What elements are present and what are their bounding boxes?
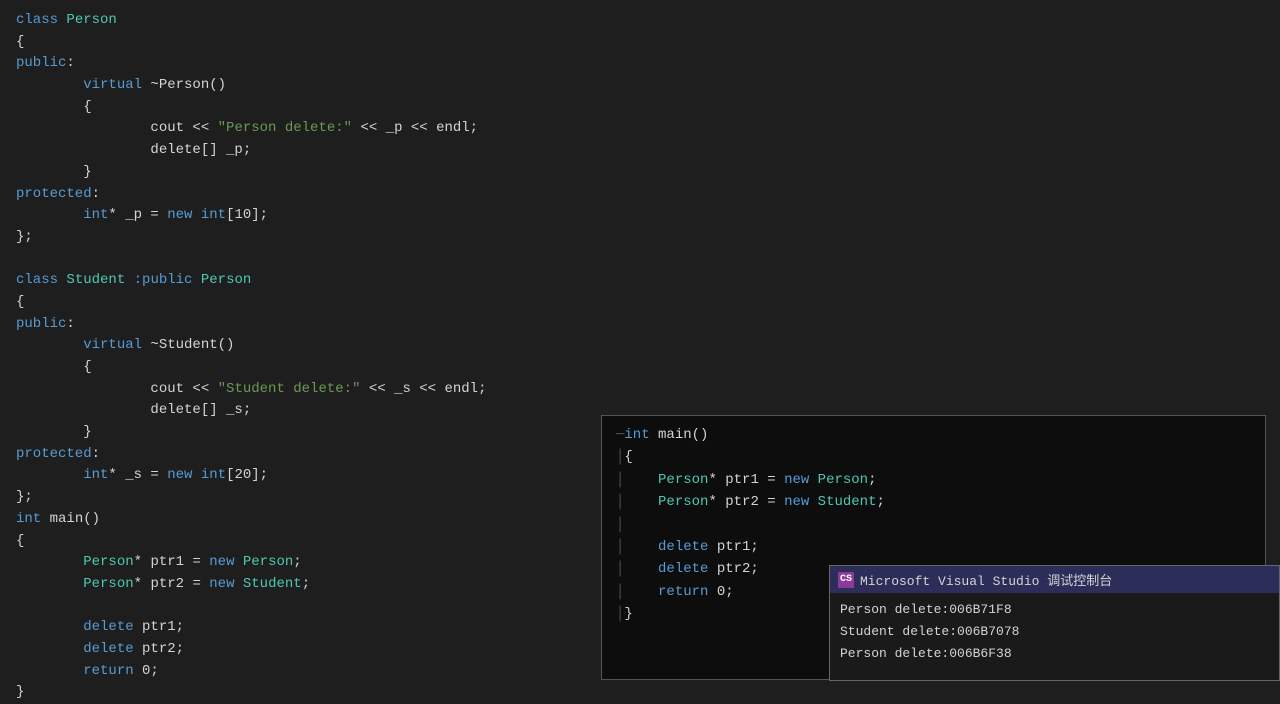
code-line: class Student :public Person <box>16 270 1270 292</box>
code-line: cout << "Person delete:" << _p << endl; <box>16 118 1270 140</box>
overlay-line: │{ <box>616 446 1255 468</box>
console-panel: CS Microsoft Visual Studio 调试控制台 Person … <box>829 565 1280 681</box>
code-line: class Person <box>16 10 1270 32</box>
code-line: { <box>16 292 1270 314</box>
code-line <box>16 249 1270 271</box>
code-line: protected: <box>16 184 1270 206</box>
code-line: public: <box>16 314 1270 336</box>
overlay-line: ─int main() <box>616 424 1255 446</box>
console-header: CS Microsoft Visual Studio 调试控制台 <box>830 566 1279 593</box>
overlay-line: │ <box>616 514 1255 536</box>
code-line: virtual ~Student() <box>16 335 1270 357</box>
code-line: } <box>16 682 1270 704</box>
code-line: public: <box>16 53 1270 75</box>
overlay-line: │ delete ptr1; <box>616 536 1255 558</box>
code-line: }; <box>16 227 1270 249</box>
vs-icon: CS <box>838 572 854 588</box>
console-line: Person delete:006B71F8 <box>840 599 1269 621</box>
code-line: { <box>16 32 1270 54</box>
code-line: cout << "Student delete:" << _s << endl; <box>16 379 1270 401</box>
console-title: Microsoft Visual Studio 调试控制台 <box>860 570 1112 589</box>
code-line: int* _p = new int[10]; <box>16 205 1270 227</box>
overlay-line: │ Person* ptr1 = new Person; <box>616 469 1255 491</box>
code-line: } <box>16 162 1270 184</box>
console-line: Student delete:006B7078 <box>840 621 1269 643</box>
console-output: Person delete:006B71F8Student delete:006… <box>830 593 1279 671</box>
code-line: virtual ~Person() <box>16 75 1270 97</box>
code-line: { <box>16 97 1270 119</box>
code-line: delete[] _p; <box>16 140 1270 162</box>
code-line: { <box>16 357 1270 379</box>
overlay-line: │ Person* ptr2 = new Student; <box>616 491 1255 513</box>
console-line: Person delete:006B6F38 <box>840 643 1269 665</box>
